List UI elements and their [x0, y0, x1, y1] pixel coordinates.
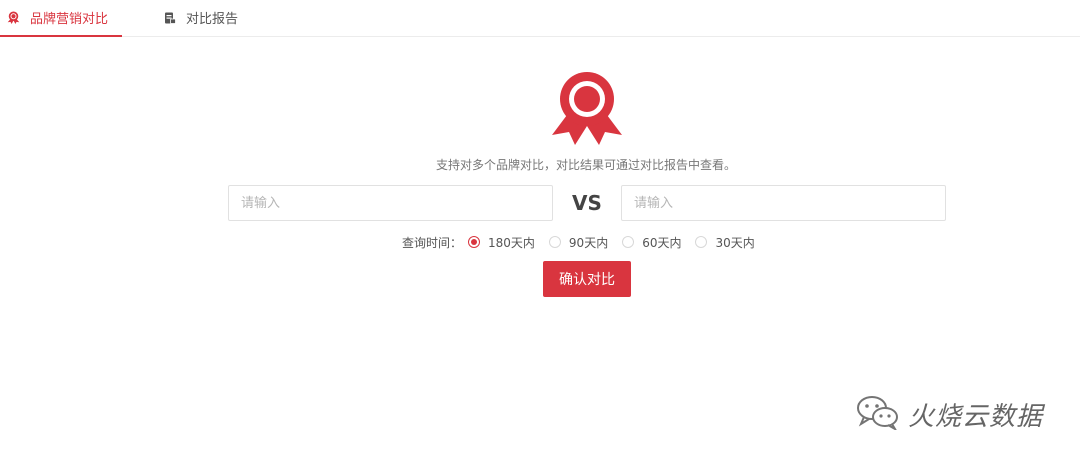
confirm-compare-button[interactable]: 确认对比 — [543, 261, 631, 297]
radio-unchecked-icon[interactable] — [695, 236, 708, 248]
tab-label: 对比报告 — [186, 12, 239, 27]
ribbon-badge-icon — [7, 11, 20, 24]
radio-unchecked-icon[interactable] — [548, 236, 561, 248]
time-option-180[interactable]: 180天内 — [468, 234, 535, 251]
wechat-icon — [856, 394, 900, 434]
time-option-90[interactable]: 90天内 — [548, 234, 609, 251]
time-option-label: 90天内 — [568, 235, 609, 250]
tab-brand-marketing-compare[interactable]: 品牌营销对比 — [0, 0, 122, 37]
watermark: 火烧云数据 — [856, 394, 1043, 434]
radio-unchecked-icon[interactable] — [622, 236, 635, 248]
brand-input-right[interactable] — [621, 185, 946, 221]
brand-input-left[interactable] — [228, 185, 553, 221]
vs-label: VS — [572, 191, 602, 215]
tab-compare-report[interactable]: 对比报告 — [164, 0, 238, 35]
tab-label: 品牌营销对比 — [30, 12, 109, 27]
ribbon-badge-icon — [550, 71, 624, 145]
time-option-60[interactable]: 60天内 — [622, 234, 681, 251]
tab-bar: 品牌营销对比 对比报告 — [0, 0, 1080, 37]
watermark-text: 火烧云数据 — [908, 401, 1044, 432]
query-time-row: 查询时间： 180天内 90天内 60天内 30天内 — [402, 232, 769, 252]
compare-description: 支持对多个品牌对比，对比结果可通过对比报告中查看。 — [435, 158, 736, 172]
time-option-label: 60天内 — [642, 235, 682, 250]
query-time-label: 查询时间： — [402, 235, 463, 250]
time-option-30[interactable]: 30天内 — [695, 234, 755, 251]
time-option-label: 180天内 — [488, 235, 535, 250]
report-icon — [164, 12, 176, 24]
time-option-label: 30天内 — [715, 235, 755, 250]
radio-checked-icon[interactable] — [468, 236, 481, 248]
